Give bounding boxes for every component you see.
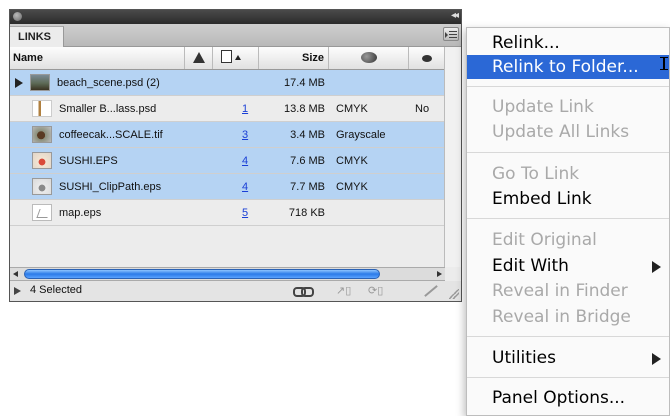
link-name: map.eps bbox=[59, 207, 102, 219]
submenu-arrow-icon bbox=[652, 353, 661, 365]
link-row-coffee[interactable]: coffeecak...SCALE.tif 3 3.4 MB Grayscale bbox=[10, 122, 445, 148]
link-size: 7.6 MB bbox=[290, 155, 325, 167]
link-row-sushi-clip[interactable]: SUSHI_ClipPath.eps 4 7.7 MB CMYK bbox=[10, 174, 445, 200]
link-size: 13.8 MB bbox=[284, 103, 325, 115]
menu-separator bbox=[467, 86, 669, 87]
go-to-link-icon[interactable]: ↗▯ bbox=[336, 284, 352, 298]
warning-icon bbox=[192, 52, 205, 63]
link-size: 718 KB bbox=[288, 207, 325, 219]
panel-titlebar[interactable]: ◂◂ bbox=[10, 10, 461, 24]
thumbnail-image bbox=[32, 178, 52, 195]
panel-menu-icon[interactable] bbox=[443, 27, 459, 41]
link-name: Smaller B...lass.psd bbox=[59, 103, 157, 115]
link-row-bottle[interactable]: Smaller B...lass.psd 1 13.8 MB CMYK No bbox=[10, 96, 445, 122]
scroll-left-icon[interactable] bbox=[13, 271, 18, 277]
selection-count: 4 Selected bbox=[30, 284, 82, 296]
update-link-icon[interactable]: ⟳▯ bbox=[368, 284, 384, 298]
link-colorspace: Grayscale bbox=[336, 129, 386, 141]
vertical-scrollbar[interactable] bbox=[444, 47, 461, 267]
link-size: 17.4 MB bbox=[284, 77, 325, 89]
link-info-toggle-icon[interactable] bbox=[14, 287, 21, 295]
menu-separator bbox=[467, 377, 669, 378]
horizontal-scrollbar[interactable] bbox=[10, 267, 445, 281]
expand-triangle-icon[interactable] bbox=[15, 78, 23, 88]
menu-item-panel-options[interactable]: Panel Options... bbox=[467, 386, 669, 410]
submenu-arrow-icon bbox=[652, 261, 661, 273]
column-size[interactable]: Size bbox=[259, 47, 329, 69]
thumbnail-image bbox=[30, 74, 50, 91]
menu-item-update-all-links[interactable]: Update All Links bbox=[467, 120, 669, 144]
menu-item-relink[interactable]: Relink... bbox=[467, 31, 669, 55]
sort-ascending-icon bbox=[235, 55, 241, 60]
menu-separator bbox=[467, 152, 669, 153]
link-row-sushi[interactable]: SUSHI.EPS 4 7.6 MB CMYK bbox=[10, 148, 445, 174]
eye-icon bbox=[421, 55, 432, 62]
panel-menu: Relink... Relink to Folder... Update Lin… bbox=[466, 27, 670, 416]
scroll-right-icon[interactable] bbox=[437, 271, 442, 277]
link-page[interactable]: 3 bbox=[242, 122, 248, 148]
column-name[interactable]: Name bbox=[10, 47, 185, 69]
column-colorspace[interactable] bbox=[329, 47, 409, 69]
thumbnail-image bbox=[32, 204, 52, 221]
menu-item-label: Utilities bbox=[492, 348, 556, 368]
menu-separator bbox=[467, 218, 669, 219]
links-list: beach_scene.psd (2) 17.4 MB Smaller B...… bbox=[10, 70, 445, 226]
column-header: Name Size bbox=[10, 47, 461, 70]
link-page[interactable]: 5 bbox=[242, 200, 248, 226]
link-page[interactable]: 1 bbox=[242, 96, 248, 122]
close-icon[interactable] bbox=[13, 12, 22, 21]
link-size: 3.4 MB bbox=[290, 129, 325, 141]
menu-item-update-link[interactable]: Update Link bbox=[467, 95, 669, 119]
menu-item-utilities[interactable]: Utilities bbox=[467, 346, 669, 370]
edit-original-icon[interactable] bbox=[420, 284, 440, 298]
scrollbar-thumb[interactable] bbox=[24, 269, 380, 279]
menu-item-edit-with[interactable]: Edit With bbox=[467, 254, 669, 278]
collapse-icon[interactable]: ◂◂ bbox=[451, 10, 459, 21]
column-visibility[interactable] bbox=[409, 47, 445, 69]
colorspace-icon bbox=[360, 52, 377, 63]
link-size: 7.7 MB bbox=[290, 181, 325, 193]
resize-grip-icon[interactable] bbox=[449, 289, 459, 299]
link-page[interactable]: 4 bbox=[242, 148, 248, 174]
column-warning[interactable] bbox=[185, 47, 213, 69]
menu-separator bbox=[467, 336, 669, 337]
tab-links[interactable]: LINKS bbox=[10, 26, 64, 47]
link-row-map[interactable]: map.eps 5 718 KB bbox=[10, 200, 445, 226]
link-name: SUSHI.EPS bbox=[59, 155, 118, 167]
links-panel: ◂◂ LINKS Name Size beach_scene.psd (2) 1… bbox=[9, 9, 462, 302]
link-row-beach[interactable]: beach_scene.psd (2) 17.4 MB bbox=[10, 70, 445, 96]
menu-item-relink-to-folder[interactable]: Relink to Folder... bbox=[467, 55, 669, 79]
link-colorspace: CMYK bbox=[336, 155, 368, 167]
thumbnail-image bbox=[32, 126, 52, 143]
status-bar: 4 Selected ↗▯ ⟳▯ bbox=[10, 281, 461, 301]
menu-item-embed-link[interactable]: Embed Link bbox=[467, 187, 669, 211]
tab-row: LINKS bbox=[10, 24, 461, 47]
link-page[interactable]: 4 bbox=[242, 174, 248, 200]
menu-item-label: Edit With bbox=[492, 256, 569, 276]
page-icon bbox=[221, 50, 232, 63]
menu-item-reveal-in-finder[interactable]: Reveal in Finder bbox=[467, 279, 669, 303]
relink-icon[interactable] bbox=[293, 284, 314, 298]
thumbnail-image bbox=[32, 152, 52, 169]
text-cursor-icon bbox=[660, 57, 668, 70]
link-extra: No bbox=[415, 103, 430, 115]
menu-item-edit-original[interactable]: Edit Original bbox=[467, 228, 669, 252]
link-name: beach_scene.psd (2) bbox=[57, 77, 160, 89]
link-name: SUSHI_ClipPath.eps bbox=[59, 181, 162, 193]
menu-item-go-to-link[interactable]: Go To Link bbox=[467, 162, 669, 186]
column-page[interactable] bbox=[213, 47, 259, 69]
link-colorspace: CMYK bbox=[336, 103, 368, 115]
menu-item-reveal-in-bridge[interactable]: Reveal in Bridge bbox=[467, 305, 669, 329]
thumbnail-image bbox=[32, 100, 52, 117]
link-name: coffeecak...SCALE.tif bbox=[59, 129, 163, 141]
link-colorspace: CMYK bbox=[336, 181, 368, 193]
